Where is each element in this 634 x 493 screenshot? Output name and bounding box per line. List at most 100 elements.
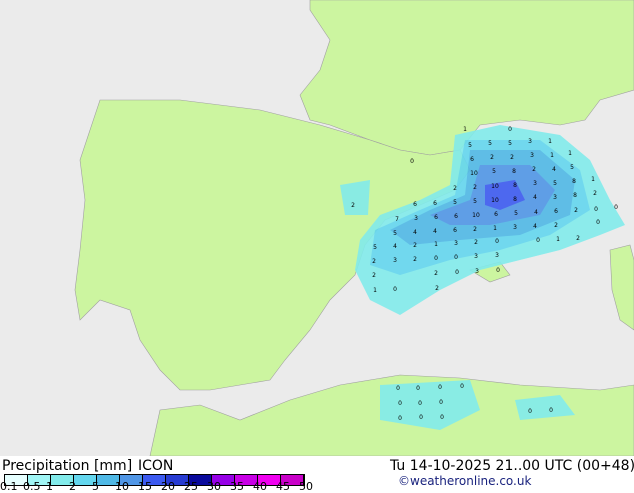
scale-labels: 0.1 0.5 1 2 5 10 15 20 25 30 35 40 45 50 [0,480,340,493]
precip-value: 10 [470,170,478,177]
precip-value: 5 [453,199,457,206]
model-name: ICON [138,458,174,474]
scale-label: 0.5 [23,480,41,493]
scale-label: 40 [253,480,267,493]
precip-value: 2 [474,239,478,246]
precip-value: 3 [454,240,458,247]
precip-value: 3 [475,268,479,275]
scale-label: 45 [276,480,290,493]
precip-value: 6 [554,208,558,215]
precip-value: 3 [393,257,397,264]
precip-value: 6 [494,211,498,218]
precip-value: 1 [434,241,438,248]
precip-value: 3 [553,194,557,201]
precip-value: 0 [528,408,532,415]
precip-value: 3 [513,224,517,231]
precip-value: 3 [530,152,534,159]
scale-label: 30 [207,480,221,493]
scale-label: 15 [138,480,152,493]
precip-value: 1 [556,236,560,243]
precip-value: 3 [414,215,418,222]
precip-value: 4 [533,223,537,230]
precip-value: 0 [438,384,442,391]
precip-value: 0 [398,415,402,422]
precip-value: 0 [596,219,600,226]
precip-value: 0 [536,237,540,244]
precip-value: 1 [568,150,572,157]
precip-value: 8 [513,196,517,203]
precip-value: 0 [410,158,414,165]
precip-value: 0 [439,399,443,406]
scale-label: 2 [69,480,76,493]
precip-value: 2 [351,202,355,209]
precip-value: 5 [514,210,518,217]
precip-value: 6 [433,200,437,207]
precip-value: 2 [490,154,494,161]
map-title: Precipitation [mm] [2,458,133,474]
precip-value: 0 [398,400,402,407]
precip-value: 2 [372,258,376,265]
precip-value: 5 [473,198,477,205]
precip-value: 0 [508,126,512,133]
precip-value: 1 [548,138,552,145]
precip-value: 5 [570,164,574,171]
precip-value: 6 [453,227,457,234]
scale-label: 1 [46,480,53,493]
precip-value: 3 [495,252,499,259]
precip-value: 0 [594,206,598,213]
precip-value: 5 [468,142,472,149]
precip-value: 2 [435,285,439,292]
precip-value: 2 [554,222,558,229]
precip-value: 0 [418,400,422,407]
credit-link[interactable]: ©weatheronline.co.uk [398,474,531,488]
scale-label: 20 [161,480,175,493]
precip-value: 2 [453,185,457,192]
precip-value: 3 [474,253,478,260]
precip-value: 1 [550,152,554,159]
precip-value: 5 [488,140,492,147]
precip-value: 5 [393,230,397,237]
precip-value: 8 [513,182,517,189]
precip-value: 4 [552,166,556,173]
precip-value: 2 [576,235,580,242]
precip-value: 7 [395,216,399,223]
precip-value: 0 [496,267,500,274]
precip-value: 2 [413,242,417,249]
scale-label: 0.1 [0,480,18,493]
precip-value: 0 [455,269,459,276]
precip-value: 4 [533,194,537,201]
precip-value: 1 [591,176,595,183]
precip-value: 0 [614,204,618,211]
precip-value: 0 [454,254,458,261]
precip-value: 0 [416,385,420,392]
precip-value: 0 [393,286,397,293]
precip-value: 2 [593,190,597,197]
precip-value: 10 [491,197,499,204]
precip-value: 5 [508,140,512,147]
precip-value: 6 [454,213,458,220]
precip-value: 0 [396,385,400,392]
precipitation-map[interactable]: 1 05 5 5 3 16 2 2 3 1 110 5 8 2 4 502 2 10 8 3 5 8 12 6 6 5 5 10 8 4 3… [0,0,634,456]
precip-value: 2 [372,272,376,279]
precip-value: 0 [419,414,423,421]
precip-value: 10 [472,212,480,219]
precip-value: 10 [491,183,499,190]
scale-label: 5 [92,480,99,493]
precip-value: 0 [495,238,499,245]
precip-value: 8 [573,192,577,199]
precip-value: 0 [440,414,444,421]
precip-value: 4 [413,229,417,236]
precip-value: 2 [574,207,578,214]
precip-value: 0 [434,255,438,262]
precip-value: 5 [553,180,557,187]
precip-value: 4 [534,209,538,216]
scale-label: 35 [230,480,244,493]
precip-value: 2 [532,166,536,173]
valid-datetime: Tu 14-10-2025 21..00 UTC (00+48) [390,458,634,474]
precip-value: 2 [473,226,477,233]
precip-value: 4 [433,228,437,235]
precip-value: 6 [434,214,438,221]
precip-value: 3 [533,180,537,187]
precip-value: 6 [413,201,417,208]
precip-value: 0 [549,407,553,414]
